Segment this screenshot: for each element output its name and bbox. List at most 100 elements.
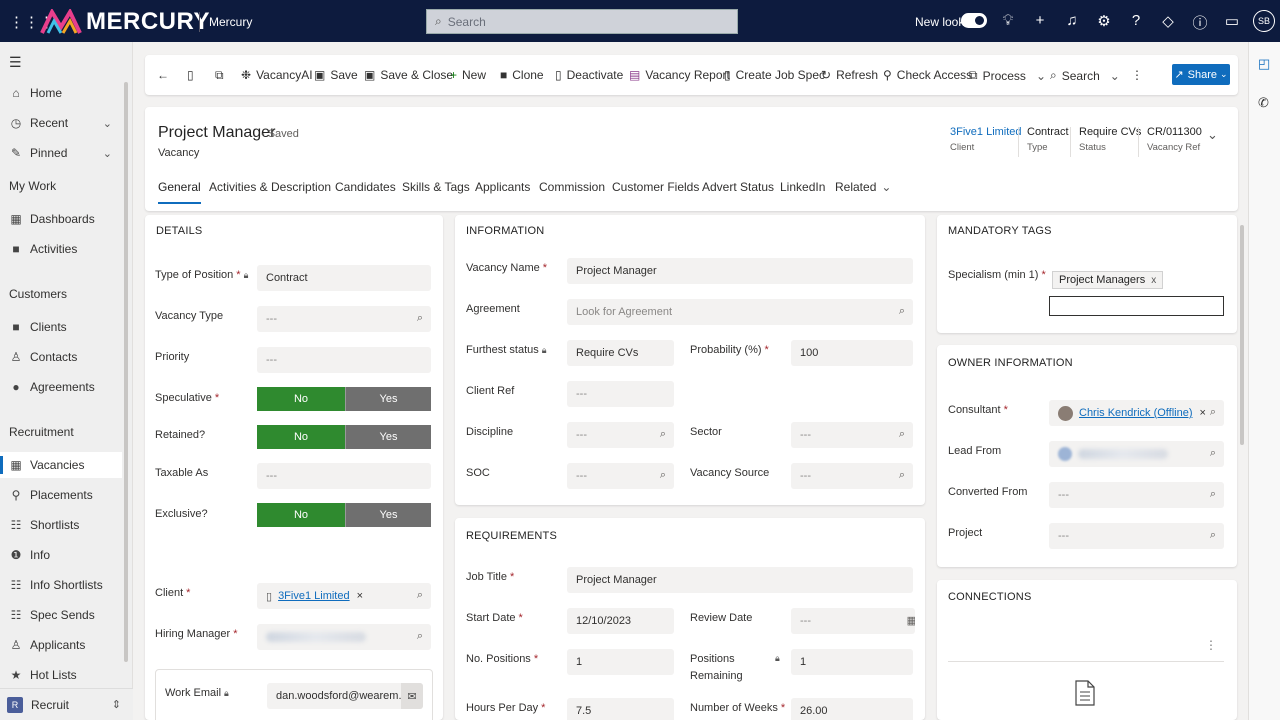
sidebar-item-home[interactable]: ⌂ Home [0, 80, 122, 106]
save-button[interactable]: ▣ Save [314, 68, 358, 82]
vacancy-source-lookup[interactable]: --- ⌕ [791, 463, 913, 489]
form-scrollbar[interactable] [1240, 225, 1244, 445]
tab-advert-status[interactable]: Advert Status [702, 180, 774, 194]
vacancy-name-input[interactable]: Project Manager [567, 258, 913, 284]
sidebar-item-pinned[interactable]: ✎ Pinned ⌄ [0, 140, 122, 166]
agreement-lookup[interactable]: Look for Agreement ⌕ [567, 299, 913, 325]
sidebar-item-activities[interactable]: ■ Activities [0, 236, 122, 262]
lead-from-lookup[interactable]: ⌕ [1049, 441, 1224, 467]
process-button[interactable]: ⧉ Process ⌄ [969, 68, 1046, 83]
sidebar-scrollbar[interactable] [124, 82, 128, 662]
converted-from-lookup[interactable]: --- ⌕ [1049, 482, 1224, 508]
tab-related[interactable]: Related ⌄ [835, 180, 891, 194]
sidebar-item-agreements[interactable]: ● Agreements [0, 374, 122, 400]
sidebar-item-info-shortlists[interactable]: ☷ Info Shortlists [0, 572, 122, 598]
soc-lookup[interactable]: --- ⌕ [567, 463, 674, 489]
search-icon[interactable]: ⌕ [899, 305, 905, 318]
question-circle-icon[interactable]: ⓘ [1191, 12, 1209, 33]
tab-general[interactable]: General [158, 180, 201, 204]
search-icon[interactable]: ⌕ [1210, 447, 1216, 460]
client-lookup[interactable]: ▯ 3Five1 Limited × ⌕ [257, 583, 431, 609]
deactivate-button[interactable]: ▯ Deactivate [555, 68, 623, 82]
sidebar-item-placements[interactable]: ⚲ Placements [0, 482, 122, 508]
vacancy-report-button[interactable]: ▤ Vacancy Report [629, 68, 730, 82]
search-icon[interactable]: ⌕ [899, 469, 905, 482]
tab-skills-tags[interactable]: Skills & Tags [402, 180, 470, 194]
consultant-link[interactable]: Chris Kendrick (Offline) [1079, 407, 1193, 419]
sidebar-item-hot-lists[interactable]: ★ Hot Lists [0, 662, 122, 688]
share-button[interactable]: ↗ Share ⌄ [1172, 64, 1230, 85]
help-icon[interactable]: ? [1127, 12, 1145, 29]
area-switcher[interactable]: R Recruit ⇕ [0, 688, 133, 720]
sidebar-item-vacancies[interactable]: ▦ Vacancies [0, 452, 122, 478]
tab-candidates[interactable]: Candidates [335, 180, 396, 194]
bell-icon[interactable]: ♫︎ [1063, 12, 1081, 29]
retained-no-option[interactable]: No [257, 425, 345, 449]
sidebar-item-clients[interactable]: ■ Clients [0, 314, 122, 340]
calendar-icon[interactable]: ▦ [907, 614, 915, 627]
priority-field[interactable]: --- [257, 347, 431, 373]
speculative-yes-option[interactable]: Yes [345, 387, 431, 411]
new-button[interactable]: + New [450, 68, 486, 82]
remove-client-icon[interactable]: × [357, 590, 363, 602]
search-icon[interactable]: ⌕ [1210, 406, 1216, 419]
chat-icon[interactable]: ▭ [1223, 12, 1241, 30]
retained-yes-option[interactable]: Yes [345, 425, 431, 449]
specialism-tag-input[interactable] [1049, 296, 1224, 316]
sidebar-item-applicants[interactable]: ♙ Applicants [0, 632, 122, 658]
start-date-input[interactable]: 12/10/2023 [567, 608, 674, 634]
learning-icon[interactable]: ◇ [1159, 12, 1177, 30]
retained-toggle[interactable]: No Yes [257, 425, 431, 449]
sidebar-item-info[interactable]: ❶ Info [0, 542, 122, 568]
search-icon[interactable]: ⌕ [417, 630, 423, 643]
search-icon[interactable]: ⌕ [417, 589, 423, 602]
vacancy-ai-button[interactable]: ❉ VacancyAI [241, 68, 313, 82]
more-commands-button[interactable]: ⋮ [1131, 68, 1143, 82]
plus-icon[interactable]: + [1031, 12, 1049, 29]
hiring-manager-lookup[interactable]: ⌕ [257, 624, 431, 650]
speculative-toggle[interactable]: No Yes [257, 387, 431, 411]
tab-customer-fields[interactable]: Customer Fields [612, 180, 699, 194]
global-search-input[interactable]: ⌕ Search [426, 9, 738, 34]
copilot-icon[interactable]: ◰ [1258, 56, 1270, 72]
hours-per-day-input[interactable]: 7.5 [567, 698, 674, 720]
refresh-button[interactable]: ↻ Refresh [821, 68, 878, 82]
project-lookup[interactable]: --- ⌕ [1049, 523, 1224, 549]
no-positions-input[interactable]: 1 [567, 649, 674, 675]
lightbulb-icon[interactable]: 💡︎ [999, 12, 1017, 29]
number-of-weeks-input[interactable]: 26.00 [791, 698, 913, 720]
sector-lookup[interactable]: --- ⌕ [791, 422, 913, 448]
search-button[interactable]: ⌕ Search ⌄ [1050, 68, 1120, 83]
phone-icon[interactable]: ✆ [1258, 95, 1269, 111]
sidebar-item-recent[interactable]: ◷ Recent ⌄ [0, 110, 122, 136]
search-icon[interactable]: ⌕ [660, 469, 666, 482]
probability-input[interactable]: 100 [791, 340, 913, 366]
speculative-no-option[interactable]: No [257, 387, 345, 411]
tab-commission[interactable]: Commission [539, 180, 605, 194]
new-look-toggle[interactable] [961, 13, 987, 28]
job-title-input[interactable]: Project Manager [567, 567, 913, 593]
gear-icon[interactable]: ⚙ [1095, 12, 1113, 30]
tab-activities-description[interactable]: Activities & Description [209, 180, 331, 194]
clone-button[interactable]: ■ Clone [500, 68, 544, 82]
discipline-lookup[interactable]: --- ⌕ [567, 422, 674, 448]
remove-consultant-icon[interactable]: × [1200, 407, 1206, 419]
exclusive-no-option[interactable]: No [257, 503, 345, 527]
hamburger-icon[interactable]: ☰ [9, 54, 22, 71]
sidebar-item-shortlists[interactable]: ☷ Shortlists [0, 512, 122, 538]
taxable-as-field[interactable]: --- [257, 463, 431, 489]
form-view-button[interactable]: ▯ [187, 68, 199, 82]
exclusive-yes-option[interactable]: Yes [345, 503, 431, 527]
client-link[interactable]: 3Five1 Limited [278, 590, 350, 602]
open-new-window-button[interactable]: ⧉ [215, 68, 229, 83]
client-ref-input[interactable]: --- [567, 381, 674, 407]
more-options-icon[interactable]: ⋮ [1205, 638, 1217, 652]
specialism-tag[interactable]: Project Managers x [1052, 271, 1164, 289]
search-icon[interactable]: ⌕ [1210, 488, 1216, 501]
expand-header-chevron-icon[interactable]: ⌄ [1207, 127, 1218, 143]
consultant-lookup[interactable]: Chris Kendrick (Offline) × ⌕ [1049, 400, 1224, 426]
header-field-client[interactable]: 3Five1 Limited Client [950, 126, 1022, 153]
header-field-value[interactable]: 3Five1 Limited [950, 126, 1022, 138]
mercury-logo[interactable]: MERCURY [40, 8, 210, 36]
search-icon[interactable]: ⌕ [660, 428, 666, 441]
